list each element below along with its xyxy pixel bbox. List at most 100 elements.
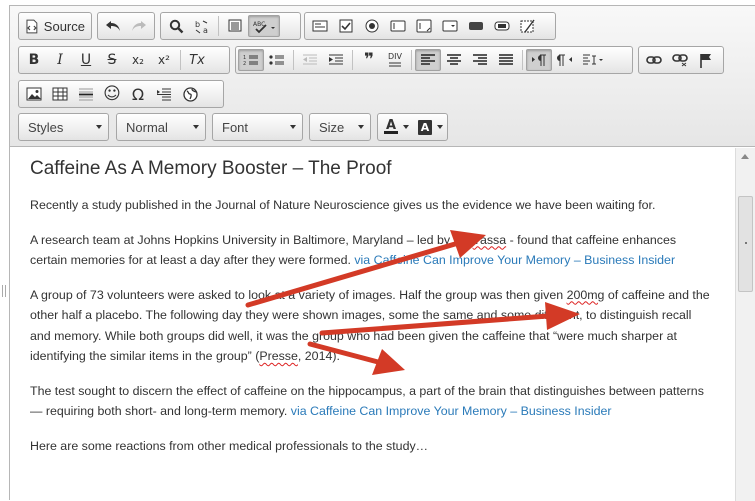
text-direction-ltr-button[interactable] [526,49,552,71]
replace-icon: ba [195,20,208,34]
toolbar-separator [293,50,294,70]
styles-dropdown[interactable]: Styles [18,113,109,141]
radio-button[interactable] [359,15,385,37]
remove-format-button[interactable]: Tx [184,49,210,71]
link-button[interactable] [641,49,667,71]
undo-group [97,12,155,40]
page-break-button[interactable] [151,83,177,105]
textarea-button[interactable] [411,15,437,37]
business-insider-link[interactable]: via Caffeine Can Improve Your Memory – B… [354,253,675,267]
checkbox-button[interactable] [333,15,359,37]
button-field-button[interactable] [463,15,489,37]
format-dropdown[interactable]: Normal [116,113,206,141]
numbered-list-button[interactable]: 12 [238,49,264,71]
radio-icon [365,19,379,33]
bulleted-list-icon [269,55,284,65]
paragraph-3-text: , 2014). [297,349,340,363]
hidden-field-button[interactable] [515,15,541,37]
blockquote-button[interactable]: ❞ [356,49,382,71]
paragraph-group: 12 ❞ DIV [235,46,633,74]
bulleted-list-button[interactable] [264,49,290,71]
colors-group: A A [377,113,448,141]
iframe-button[interactable] [177,83,203,105]
image-button[interactable] [21,83,47,105]
align-right-button[interactable] [467,49,493,71]
align-center-button[interactable] [441,49,467,71]
language-button[interactable] [578,49,608,71]
rtl-icon [557,54,572,66]
redo-button[interactable] [126,15,152,37]
align-left-button[interactable] [415,49,441,71]
chevron-down-icon[interactable] [437,125,443,129]
special-char-button[interactable]: Ω [125,83,151,105]
size-dropdown[interactable]: Size [309,113,371,141]
decrease-indent-button[interactable] [297,49,323,71]
paragraph-1: Recently a study published in the Journa… [30,198,656,212]
find-button[interactable] [163,15,189,37]
paragraph-3: A group of 73 volunteers were asked to l… [30,285,715,367]
subscript-button[interactable]: x₂ [125,49,151,71]
blockquote-icon: ❞ [364,50,374,70]
replace-button[interactable]: ba [189,15,215,37]
insert-group: ☺ Ω [18,80,224,108]
editor-content-area[interactable]: Caffeine As A Memory Booster – The Proof… [10,148,735,501]
justify-button[interactable] [493,49,519,71]
unlink-button[interactable] [667,49,693,71]
tools-group: ba ABC [160,12,301,40]
toolbar-separator [180,50,181,70]
misspelled-word[interactable]: Yassa [473,233,507,247]
language-icon [583,54,603,65]
form-button[interactable] [307,15,333,37]
image-button-field-button[interactable] [489,15,515,37]
business-insider-link[interactable]: via Caffeine Can Improve Your Memory – B… [291,404,612,418]
bold-button[interactable]: B [21,49,47,71]
source-label: Source [43,18,85,34]
smiley-button[interactable]: ☺ [99,83,125,105]
horizontal-rule-button[interactable] [73,83,99,105]
image-button-icon [494,21,510,31]
scroll-up-arrow-icon[interactable] [741,154,749,159]
form-controls-group [304,12,556,40]
checkbox-icon [339,19,353,33]
text-direction-rtl-button[interactable] [552,49,578,71]
select-field-button[interactable] [437,15,463,37]
source-button[interactable]: Source [21,15,89,37]
remove-format-icon: Tx [189,52,205,68]
create-div-button[interactable]: DIV [382,49,408,71]
chevron-down-icon[interactable] [403,125,409,129]
flag-icon [700,53,711,68]
spellcheck-button[interactable]: ABC [248,15,280,37]
align-center-icon [447,53,461,65]
paragraph-5: Here are some reactions from other medic… [30,438,429,453]
font-dropdown[interactable]: Font [212,113,303,141]
rich-text-editor: Source ba ABC B I U S x₂ x² Tx 1 2 ❞ DIV… [9,5,755,501]
anchor-button[interactable] [693,49,719,71]
size-dropdown-label: Size [319,119,345,135]
text-field-button[interactable] [385,15,411,37]
paragraph-3-text: A group of 73 volunteers were asked to l… [30,287,567,302]
text-field-icon [390,20,406,32]
svg-text:a: a [203,26,208,34]
button-field-icon [469,22,483,30]
undo-button[interactable] [100,15,126,37]
superscript-button[interactable]: x² [151,49,177,71]
italic-button[interactable]: I [47,49,73,71]
increase-indent-button[interactable] [323,49,349,71]
misspelled-word[interactable]: Presse [259,349,298,363]
scrollbar-thumb[interactable] [738,196,753,292]
styles-dropdown-label: Styles [28,119,64,135]
resize-grip[interactable] [2,285,6,297]
paragraph-2-text: A research team at Johns Hopkins Univers… [30,232,473,247]
underline-button[interactable]: U [73,49,99,71]
misspelled-word[interactable]: 200mg [567,288,605,302]
table-button[interactable] [47,83,73,105]
toolbar-separator [411,50,412,70]
select-all-button[interactable] [222,15,248,37]
bold-icon: B [28,52,40,68]
indent-icon [329,54,343,65]
font-dropdown-label: Font [222,119,249,135]
strikethrough-button[interactable]: S [99,49,125,71]
background-color-button[interactable]: A [414,116,436,138]
text-color-button[interactable]: A [380,116,402,138]
vertical-scrollbar[interactable] [735,148,755,501]
